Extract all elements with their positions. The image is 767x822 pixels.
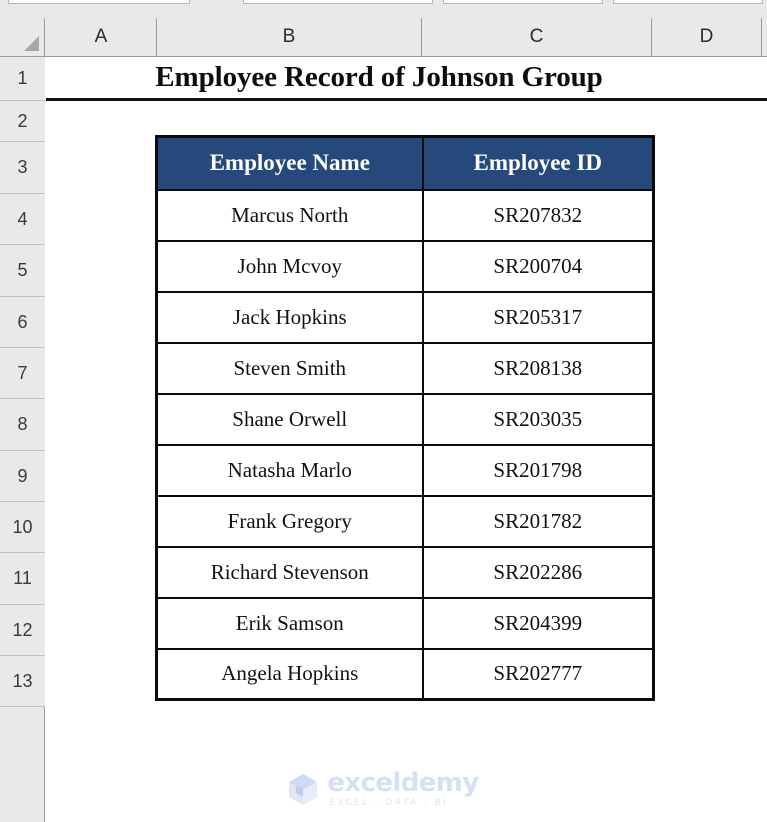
cell-employee-name[interactable]: Richard Stevenson bbox=[155, 545, 424, 599]
row-header-12[interactable]: 12 bbox=[0, 605, 45, 656]
cell-employee-id[interactable]: SR201782 bbox=[421, 494, 655, 548]
formula-input[interactable] bbox=[243, 0, 433, 4]
cell-employee-name[interactable]: John Mcvoy bbox=[155, 239, 424, 293]
row-header-10[interactable]: 10 bbox=[0, 502, 45, 553]
cell-employee-id[interactable]: SR201798 bbox=[421, 443, 655, 497]
row-header-4[interactable]: 4 bbox=[0, 194, 45, 245]
table-row: Angela Hopkins SR202777 bbox=[155, 647, 655, 701]
spreadsheet-window: A B C D 1 2 3 4 5 6 7 8 9 10 11 12 13 Employee Recor… bbox=[0, 0, 767, 822]
row-header-label: 7 bbox=[17, 362, 28, 383]
column-header-employee-name[interactable]: Employee Name bbox=[155, 135, 424, 191]
column-header-a-label: A bbox=[94, 26, 108, 47]
cell-employee-name[interactable]: Shane Orwell bbox=[155, 392, 424, 446]
row-header-label: 13 bbox=[12, 670, 33, 691]
column-header-d-label: D bbox=[699, 26, 714, 47]
cell-employee-id[interactable]: SR203035 bbox=[421, 392, 655, 446]
table-row: Jack Hopkins SR205317 bbox=[155, 290, 655, 344]
cell-employee-id[interactable]: SR207832 bbox=[421, 188, 655, 242]
table-row: Marcus North SR207832 bbox=[155, 188, 655, 242]
row-header-strip: 1 2 3 4 5 6 7 8 9 10 11 12 13 bbox=[0, 57, 45, 822]
column-header-d[interactable]: D bbox=[652, 18, 762, 56]
cell-employee-id[interactable]: SR200704 bbox=[421, 239, 655, 293]
row-header-label: 2 bbox=[17, 110, 28, 131]
page-title: Employee Record of Johnson Group bbox=[155, 61, 603, 93]
cell-employee-name[interactable]: Frank Gregory bbox=[155, 494, 424, 548]
row-header-label: 8 bbox=[17, 414, 28, 434]
row-header-13[interactable]: 13 bbox=[0, 656, 45, 707]
column-header-bar: A B C D bbox=[0, 18, 767, 57]
column-header-employee-id[interactable]: Employee ID bbox=[421, 135, 655, 191]
row-header-label: 12 bbox=[12, 619, 33, 640]
ribbon-control-box-2[interactable] bbox=[613, 0, 763, 4]
cell-employee-id[interactable]: SR202286 bbox=[421, 545, 655, 599]
row-header-1[interactable]: 1 bbox=[0, 57, 45, 101]
row-header-label: 1 bbox=[17, 68, 28, 88]
row-header-label: 9 bbox=[17, 465, 28, 486]
table-row: John Mcvoy SR200704 bbox=[155, 239, 655, 293]
cell-employee-id[interactable]: SR204399 bbox=[421, 596, 655, 650]
select-all-triangle-icon bbox=[24, 36, 39, 51]
row-header-5[interactable]: 5 bbox=[0, 245, 45, 297]
table-header-row: Employee Name Employee ID bbox=[155, 135, 655, 191]
ribbon-control-box[interactable] bbox=[443, 0, 603, 4]
worksheet-grid[interactable]: Employee Record of Johnson Group Employe… bbox=[46, 57, 767, 822]
row-header-7[interactable]: 7 bbox=[0, 348, 45, 399]
cell-employee-name[interactable]: Angela Hopkins bbox=[155, 647, 424, 701]
row-header-3[interactable]: 3 bbox=[0, 142, 45, 194]
table-row: Richard Stevenson SR202286 bbox=[155, 545, 655, 599]
cell-employee-id[interactable]: SR205317 bbox=[421, 290, 655, 344]
name-box[interactable] bbox=[8, 0, 190, 4]
row-header-2[interactable]: 2 bbox=[0, 101, 45, 142]
cell-employee-name[interactable]: Steven Smith bbox=[155, 341, 424, 395]
column-header-b-label: B bbox=[282, 26, 296, 47]
formula-bar-strip bbox=[0, 0, 767, 18]
row-header-label: 10 bbox=[12, 516, 33, 537]
row-header-label: 4 bbox=[17, 208, 28, 229]
cell-employee-name[interactable]: Erik Samson bbox=[155, 596, 424, 650]
table-row: Erik Samson SR204399 bbox=[155, 596, 655, 650]
row-header-label: 5 bbox=[17, 260, 28, 280]
cell-employee-id[interactable]: SR208138 bbox=[421, 341, 655, 395]
table-row: Frank Gregory SR201782 bbox=[155, 494, 655, 548]
row-header-9[interactable]: 9 bbox=[0, 451, 45, 502]
table-row: Shane Orwell SR203035 bbox=[155, 392, 655, 446]
row-header-8[interactable]: 8 bbox=[0, 399, 45, 451]
row-header-label: 3 bbox=[17, 157, 28, 177]
sheet-title-row[interactable]: Employee Record of Johnson Group bbox=[46, 57, 767, 101]
table-row: Natasha Marlo SR201798 bbox=[155, 443, 655, 497]
employee-record-table: Employee Name Employee ID Marcus North SR… bbox=[155, 135, 655, 701]
column-header-c[interactable]: C bbox=[422, 18, 652, 56]
cell-employee-id[interactable]: SR202777 bbox=[421, 647, 655, 701]
row-header-11[interactable]: 11 bbox=[0, 553, 45, 605]
column-header-b[interactable]: B bbox=[157, 18, 422, 56]
cell-employee-name[interactable]: Natasha Marlo bbox=[155, 443, 424, 497]
column-header-c-label: C bbox=[529, 26, 544, 47]
row-header-label: 6 bbox=[17, 311, 28, 332]
cell-employee-name[interactable]: Marcus North bbox=[155, 188, 424, 242]
select-all-button[interactable] bbox=[0, 18, 45, 56]
cell-employee-name[interactable]: Jack Hopkins bbox=[155, 290, 424, 344]
table-row: Steven Smith SR208138 bbox=[155, 341, 655, 395]
row-header-label: 11 bbox=[13, 568, 32, 588]
row-header-6[interactable]: 6 bbox=[0, 297, 45, 348]
column-header-a[interactable]: A bbox=[46, 18, 157, 56]
